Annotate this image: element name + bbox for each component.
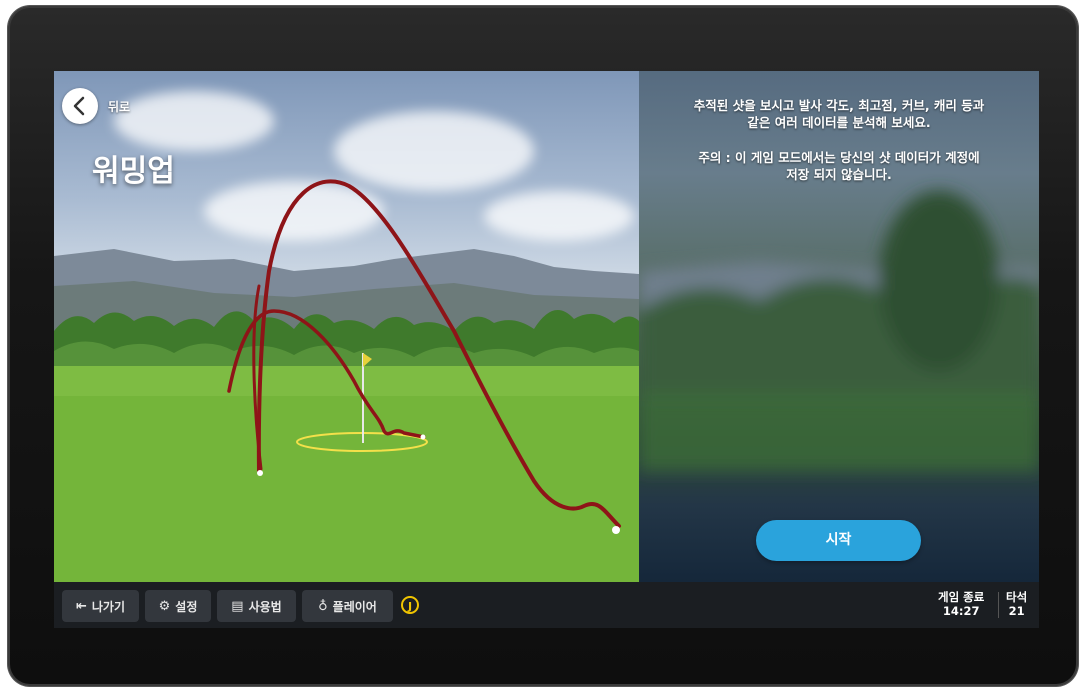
user-add-icon: ♁ [318,598,328,614]
game-end-label: 게임 종료 [938,590,985,604]
info-panel: 추적된 샷을 보시고 발사 각도, 최고점, 커브, 캐리 등과 같은 여러 데… [639,71,1039,582]
exit-icon: ⇤ [75,598,87,614]
info-text: 추적된 샷을 보시고 발사 각도, 최고점, 커브, 캐리 등과 같은 여러 데… [639,97,1039,201]
ball-marker [420,434,426,440]
page-title: 워밍업 [92,154,175,189]
game-end-time: 14:27 [942,604,980,618]
strokes-label: 타석 [1006,590,1028,604]
settings-button[interactable]: ⚙ 설정 [145,590,211,622]
notice-text: 주의 : 이 게임 모드에서는 당신의 샷 데이터가 계정에 저장 되지 않습니… [698,150,980,182]
strokes-status: 타석 21 [1006,590,1027,618]
start-button[interactable]: 시작 [756,520,921,561]
back-label[interactable]: 뒤로 [108,98,130,115]
bottom-toolbar: ⇤ 나가기 ⚙ 설정 ▤ 사용법 ♁ 플레이어 J 게임 종료 14:27 타석… [54,582,1039,628]
app-screen: 뒤로 워밍업 추적된 샷을 보시고 발사 각도, 최고점, 커브, 캐리 등과 … [54,71,1039,628]
howto-label: 사용법 [248,599,282,614]
fairway [54,366,639,582]
back-button[interactable] [62,88,98,124]
exit-label: 나가기 [91,599,126,614]
j-badge-icon[interactable]: J [401,596,419,614]
player-label: 플레이어 [332,599,377,614]
game-end-status: 게임 종료 14:27 [938,590,984,618]
settings-label: 설정 [175,599,198,614]
tablet-frame: 뒤로 워밍업 추적된 샷을 보시고 발사 각도, 최고점, 커브, 캐리 등과 … [8,6,1078,686]
description-text: 추적된 샷을 보시고 발사 각도, 최고점, 커브, 캐리 등과 같은 여러 데… [693,98,985,130]
gear-icon: ⚙ [158,598,171,614]
chevron-left-icon [73,96,85,116]
ball-marker [612,526,620,534]
howto-button[interactable]: ▤ 사용법 [217,590,296,622]
status-divider [998,592,999,618]
strokes-value: 21 [1008,604,1025,618]
document-icon: ▤ [231,598,244,614]
shot-trace-view: 뒤로 워밍업 [54,71,639,582]
ball-marker [257,470,263,476]
exit-button[interactable]: ⇤ 나가기 [62,590,139,622]
player-button[interactable]: ♁ 플레이어 [302,590,393,622]
